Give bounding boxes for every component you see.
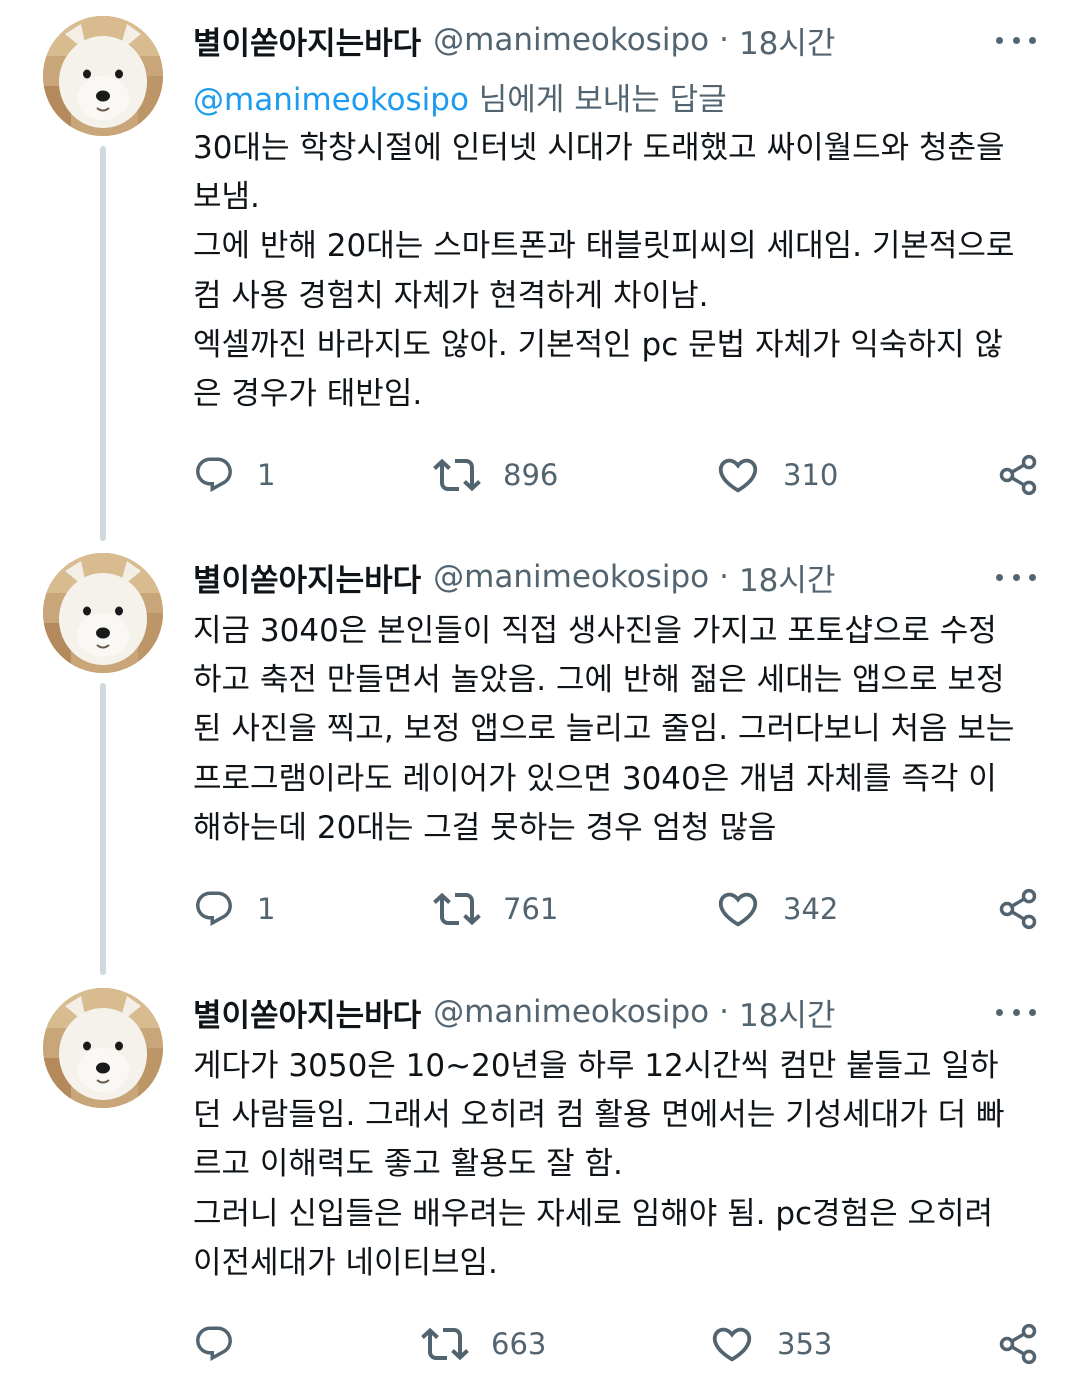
share-button[interactable] bbox=[996, 887, 1040, 931]
share-icon bbox=[996, 887, 1040, 931]
reply-icon bbox=[193, 888, 235, 930]
retweet-count: 761 bbox=[503, 892, 559, 926]
tweet[interactable]: 별이쏟아지는바다 @manimeokosipo · 18시간 @manimeok… bbox=[0, 0, 1080, 536]
tweet-text-line: 르고 이해력도 좋고 활용도 잘 함. bbox=[193, 1146, 623, 1183]
tweet-text-line: 엑셀까진 바라지도 않아. 기본적인 pc 문법 자체가 익숙하지 않 bbox=[193, 326, 1003, 363]
tweet-text-line: 그에 반해 20대는 스마트폰과 태블릿피씨의 세대임. 기본적으로 bbox=[193, 228, 1015, 265]
more-icon-dot bbox=[1012, 1008, 1020, 1016]
timestamp[interactable]: 18시간 bbox=[739, 990, 836, 1035]
action-bar: 663 353 bbox=[193, 1322, 1043, 1366]
share-icon bbox=[996, 1322, 1040, 1366]
like-button[interactable]: 353 bbox=[709, 1322, 832, 1366]
avatar[interactable] bbox=[43, 988, 163, 1108]
reply-button[interactable]: 1 bbox=[193, 887, 275, 931]
more-icon-dot bbox=[1029, 1008, 1036, 1016]
share-icon bbox=[996, 453, 1040, 497]
tweet-text-line: 하고 축전 만들면서 놀았음. 그에 반해 젊은 세대는 앱으로 보정 bbox=[193, 662, 1005, 699]
tweet-text-line: 지금 3040은 본인들이 직접 생사진을 가지고 포토샵으로 수정 bbox=[193, 613, 997, 649]
tweet-text: 게다가 3050은 10~20년을 하루 12시간씩 컴만 붙들고 일하 던 사… bbox=[193, 1042, 1053, 1288]
tweet[interactable]: 별이쏟아지는바다 @manimeokosipo · 18시간 게다가 3050은… bbox=[0, 972, 1080, 1393]
mention-link[interactable]: @manimeokosipo bbox=[193, 82, 469, 118]
tweet-text-line: 이전세대가 네이티브임. bbox=[193, 1244, 498, 1281]
reply-button[interactable] bbox=[193, 1322, 257, 1366]
dog-avatar-image bbox=[43, 16, 163, 136]
tweet-text: 지금 3040은 본인들이 직접 생사진을 가지고 포토샵으로 수정 하고 축전… bbox=[193, 607, 1053, 853]
reply-context-label: 님에게 보내는 답글 bbox=[468, 82, 727, 118]
dog-avatar-image bbox=[43, 988, 163, 1108]
like-count: 310 bbox=[783, 458, 839, 492]
tweet-text-line: 컴 사용 경험치 자체가 현격하게 차이남. bbox=[193, 277, 709, 314]
heart-icon bbox=[709, 1321, 755, 1367]
action-bar: 1 896 310 bbox=[193, 453, 1043, 497]
tweet-text-line: 된 사진을 찍고, 보정 앱으로 늘리고 줄임. 그러다보니 처음 보는 bbox=[193, 711, 1015, 748]
tweet-text-line: 던 사람들임. 그래서 오히려 컴 활용 면에서는 기성세대가 더 빠 bbox=[193, 1097, 1005, 1134]
reply-count: 1 bbox=[257, 892, 276, 926]
display-name[interactable]: 별이쏟아지는바다 bbox=[193, 555, 421, 600]
like-button[interactable]: 310 bbox=[715, 453, 838, 497]
tweet-text-line: 30대는 학창시절에 인터넷 시대가 도래했고 싸이월드와 청춘을 bbox=[193, 130, 1005, 166]
reply-context: @manimeokosipo 님에게 보내는 답글 bbox=[193, 74, 727, 119]
display-name[interactable]: 별이쏟아지는바다 bbox=[193, 990, 421, 1035]
user-handle[interactable]: @manimeokosipo bbox=[433, 22, 709, 58]
timestamp[interactable]: 18시간 bbox=[739, 555, 836, 600]
reply-count: 1 bbox=[257, 458, 276, 492]
tweet-text: 30대는 학창시절에 인터넷 시대가 도래했고 싸이월드와 청춘을 보냄. 그에… bbox=[193, 124, 1053, 419]
like-button[interactable]: 342 bbox=[715, 887, 838, 931]
tweet[interactable]: 별이쏟아지는바다 @manimeokosipo · 18시간 지금 3040은 … bbox=[0, 537, 1080, 971]
like-count: 353 bbox=[777, 1327, 833, 1361]
retweet-icon bbox=[421, 1320, 469, 1368]
share-button[interactable] bbox=[996, 453, 1040, 497]
tweet-text-line: 은 경우가 태반임. bbox=[193, 376, 423, 413]
separator-dot: · bbox=[719, 22, 729, 58]
more-options-button[interactable] bbox=[996, 1000, 1036, 1024]
avatar[interactable] bbox=[43, 553, 163, 673]
retweet-icon bbox=[433, 885, 481, 933]
retweet-button[interactable]: 761 bbox=[433, 887, 558, 931]
dog-avatar-image bbox=[43, 553, 163, 673]
timestamp[interactable]: 18시간 bbox=[739, 18, 836, 63]
separator-dot: · bbox=[719, 559, 729, 595]
more-icon bbox=[996, 1008, 1003, 1016]
separator-dot: · bbox=[719, 994, 729, 1030]
display-name[interactable]: 별이쏟아지는바다 bbox=[193, 18, 421, 63]
more-icon-dot bbox=[1029, 573, 1036, 581]
more-icon-dot bbox=[1012, 573, 1020, 581]
reply-button[interactable]: 1 bbox=[193, 453, 275, 497]
tweet-text-line: 프로그램이라도 레이어가 있으면 3040은 개념 자체를 즉각 이 bbox=[193, 760, 997, 797]
tweet-text-line: 그러니 신입들은 배우려는 자세로 임해야 됨. pc경험은 오히려 bbox=[193, 1195, 994, 1232]
more-options-button[interactable] bbox=[996, 565, 1036, 589]
heart-icon bbox=[715, 886, 761, 932]
avatar[interactable] bbox=[43, 16, 163, 136]
tweet-text-line: 게다가 3050은 10~20년을 하루 12시간씩 컴만 붙들고 일하 bbox=[193, 1048, 999, 1084]
retweet-button[interactable]: 896 bbox=[433, 453, 558, 497]
more-icon-dot bbox=[1012, 36, 1020, 44]
tweet-text-line: 해하는데 20대는 그걸 못하는 경우 엄청 많음 bbox=[193, 809, 777, 846]
heart-icon bbox=[715, 452, 761, 498]
more-icon-dot bbox=[1029, 36, 1036, 44]
reply-icon bbox=[193, 1323, 235, 1365]
share-button[interactable] bbox=[996, 1322, 1040, 1366]
retweet-count: 896 bbox=[503, 458, 559, 492]
action-bar: 1 761 342 bbox=[193, 887, 1043, 931]
tweet-header: 별이쏟아지는바다 @manimeokosipo · 18시간 bbox=[193, 990, 835, 1034]
retweet-button[interactable]: 663 bbox=[421, 1322, 546, 1366]
more-options-button[interactable] bbox=[996, 28, 1036, 52]
reply-icon bbox=[193, 454, 235, 496]
more-icon bbox=[996, 36, 1003, 44]
retweet-count: 663 bbox=[491, 1327, 547, 1361]
more-icon bbox=[996, 573, 1003, 581]
like-count: 342 bbox=[783, 892, 839, 926]
tweet-text-line: 보냄. bbox=[193, 179, 260, 216]
tweet-header: 별이쏟아지는바다 @manimeokosipo · 18시간 bbox=[193, 18, 835, 62]
tweet-header: 별이쏟아지는바다 @manimeokosipo · 18시간 bbox=[193, 555, 835, 599]
user-handle[interactable]: @manimeokosipo bbox=[433, 994, 709, 1030]
user-handle[interactable]: @manimeokosipo bbox=[433, 559, 709, 595]
retweet-icon bbox=[433, 451, 481, 499]
